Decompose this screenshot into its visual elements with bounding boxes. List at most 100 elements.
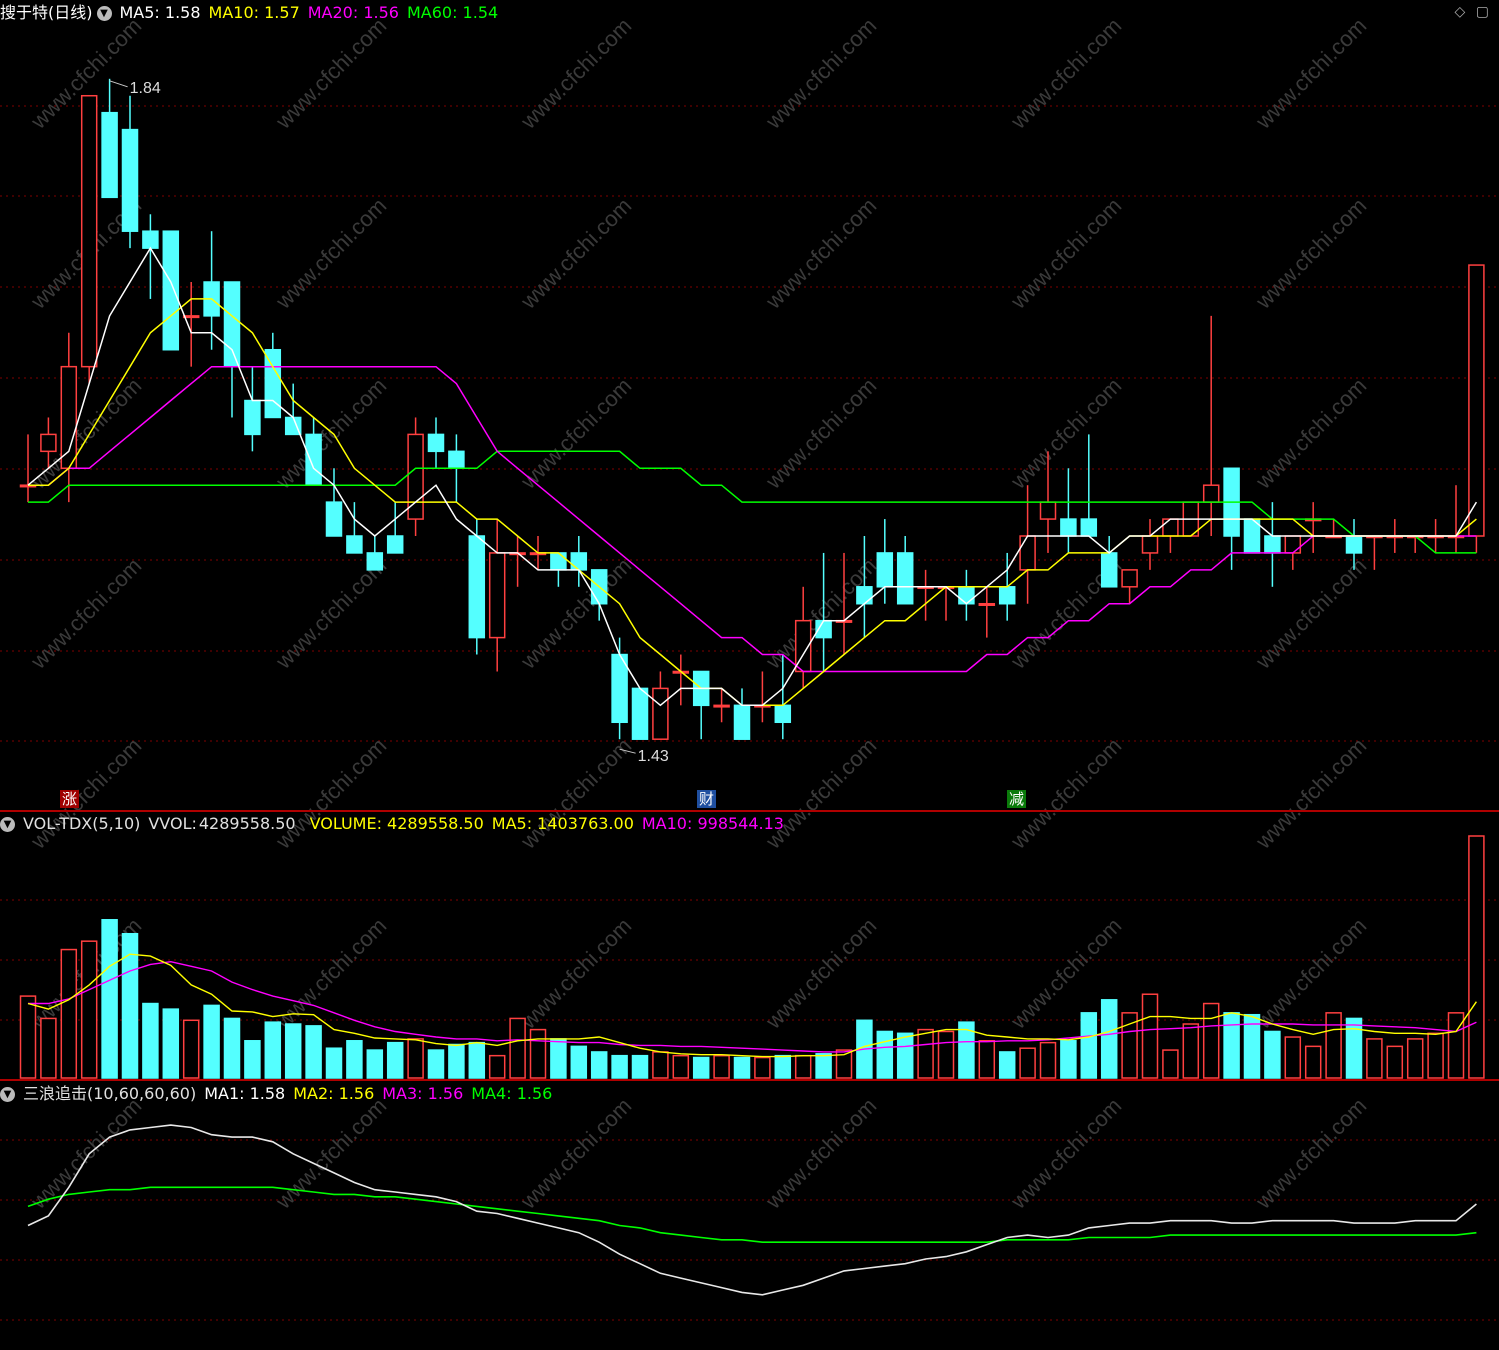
volume-bar-47 [978, 1040, 996, 1079]
wave-lines [27, 1124, 1477, 1296]
chevron-down-icon[interactable]: ▼ [96, 6, 112, 21]
diamond-icon[interactable]: ◇ [1455, 4, 1466, 20]
vvol-label: VVOL: [148, 814, 197, 833]
candle-8 [182, 282, 200, 367]
watermark-26: www.cfchi.com [1250, 553, 1371, 674]
candle-body-51 [1060, 518, 1077, 537]
candle-body-6 [142, 230, 159, 249]
stock-chart[interactable]: www.cfchi.com www.cfchi.com www.cfchi.com w… [0, 0, 1499, 1350]
wave-legend-0: MA1: 1.58 [204, 1084, 286, 1103]
candle-body-10 [223, 281, 241, 368]
candle-body-12 [264, 348, 282, 419]
volume-bar-63 [1304, 1045, 1322, 1079]
candle-body-16 [346, 535, 363, 554]
watermark-1: www.cfchi.com [270, 13, 391, 134]
candle-body-17 [366, 552, 384, 571]
candle-body-53 [1100, 552, 1118, 588]
watermark-42: www.cfchi.com [25, 1093, 146, 1214]
watermark-36: www.cfchi.com [270, 913, 391, 1034]
volume-bar-31 [652, 1051, 669, 1079]
candle-41 [856, 536, 873, 638]
candle-body-31 [652, 687, 669, 740]
volume-title[interactable]: VOL-TDX(5,10) [23, 814, 140, 833]
volume-bar-27 [570, 1045, 588, 1079]
chevron-down-icon[interactable]: ▼ [0, 817, 15, 832]
watermark-40: www.cfchi.com [1250, 913, 1371, 1034]
price-legend-3: MA60: 1.54 [406, 3, 499, 22]
candle-body-7 [162, 230, 180, 351]
watermark-9: www.cfchi.com [515, 193, 636, 314]
candle-51 [1060, 468, 1077, 553]
candle-43 [896, 536, 914, 605]
watermark-27: www.cfchi.com [1495, 553, 1499, 674]
volume-panel-header: ▼ VOL-TDX(5,10) VVOL: 4289558.50 VOLUME: 428… [0, 811, 800, 837]
square-icon[interactable]: ▢ [1476, 4, 1489, 20]
watermark-33: www.cfchi.com [1250, 733, 1371, 854]
candle-66 [1366, 535, 1383, 570]
candle-53 [1100, 536, 1118, 588]
volume-bar-59 [1223, 1012, 1240, 1079]
wave-panel-header: ▼ 三浪追击(10,60,60,60) MA1: 1.58 MA2: 1.56 MA3:… [0, 1081, 568, 1107]
stock-title[interactable]: 搜于特(日线) [0, 3, 93, 22]
candle-19 [407, 417, 424, 536]
candle-body-2 [60, 365, 78, 470]
candle-body-37 [774, 704, 792, 724]
watermark-4: www.cfchi.com [1005, 13, 1126, 134]
candle-5 [121, 95, 139, 249]
marker-finance[interactable]: 财 [697, 790, 717, 808]
price-legend: MA5: 1.58 MA10: 1.57 MA20: 1.56 MA60: 1.54 [120, 3, 507, 22]
volume-bar-33 [692, 1056, 710, 1079]
volume-bar-10 [223, 1017, 241, 1079]
volume-bar-26 [550, 1038, 567, 1079]
candle-24 [509, 536, 526, 587]
wave-legend: MA1: 1.58 MA2: 1.56 MA3: 1.56 MA4: 1.56 [204, 1084, 560, 1103]
volume-bar-67 [1386, 1045, 1404, 1079]
volume-bar-7 [162, 1008, 180, 1079]
candle-46 [958, 569, 975, 621]
candle-body-4 [101, 111, 118, 199]
candle-body-61 [1264, 535, 1281, 554]
candle-body-15 [325, 501, 343, 537]
candle-11 [244, 366, 261, 452]
volume-bars[interactable] [19, 835, 1485, 1079]
volume-bar-51 [1060, 1040, 1077, 1079]
candle-2 [60, 332, 78, 503]
candle-body-21 [448, 450, 465, 470]
candle-body-42 [876, 552, 894, 588]
watermark-2: www.cfchi.com [515, 13, 636, 134]
marker-reduce[interactable]: 减 [1007, 790, 1027, 808]
wave-title[interactable]: 三浪追击(10,60,60,60) [23, 1084, 196, 1103]
volume-bar-28 [590, 1051, 608, 1079]
chevron-down-icon[interactable]: ▼ [0, 1087, 15, 1102]
price-candles[interactable] [19, 78, 1485, 740]
candle-body-35 [733, 704, 751, 740]
candle-body-71 [1468, 264, 1485, 537]
watermark-5: www.cfchi.com [1250, 13, 1371, 134]
volume-bar-64 [1325, 1012, 1342, 1079]
volume-bar-15 [325, 1047, 343, 1079]
volume-bar-21 [448, 1043, 465, 1079]
candle-15 [325, 468, 343, 537]
volume-bar-8 [182, 1019, 200, 1079]
price-legend-1: MA10: 1.57 [208, 3, 300, 22]
candle-body-52 [1080, 518, 1098, 537]
marker-rise[interactable]: 涨 [60, 790, 80, 808]
candle-body-65 [1345, 535, 1363, 554]
candle-9 [203, 231, 220, 350]
candle-7 [162, 230, 180, 351]
volume-bar-34 [713, 1054, 730, 1079]
volume-bar-45 [937, 1030, 955, 1079]
price-panel-header: 搜于特(日线) ▼ MA5: 1.58 MA10: 1.57 MA20: 1.56 MA6… [0, 0, 514, 26]
watermark-37: www.cfchi.com [515, 913, 636, 1034]
candle-47 [978, 586, 996, 638]
candle-68 [1406, 535, 1424, 553]
volume-bar-44 [917, 1028, 934, 1079]
volume-bar-65 [1345, 1017, 1363, 1079]
watermark-45: www.cfchi.com [760, 1093, 881, 1214]
volume-legend-0: VOLUME: 4289558.50 [309, 814, 484, 833]
watermark-38: www.cfchi.com [760, 913, 881, 1034]
candle-body-62 [1284, 535, 1302, 554]
volume-bar-2 [60, 948, 78, 1079]
watermark-11: www.cfchi.com [1005, 193, 1126, 314]
watermark-8: www.cfchi.com [270, 193, 391, 314]
